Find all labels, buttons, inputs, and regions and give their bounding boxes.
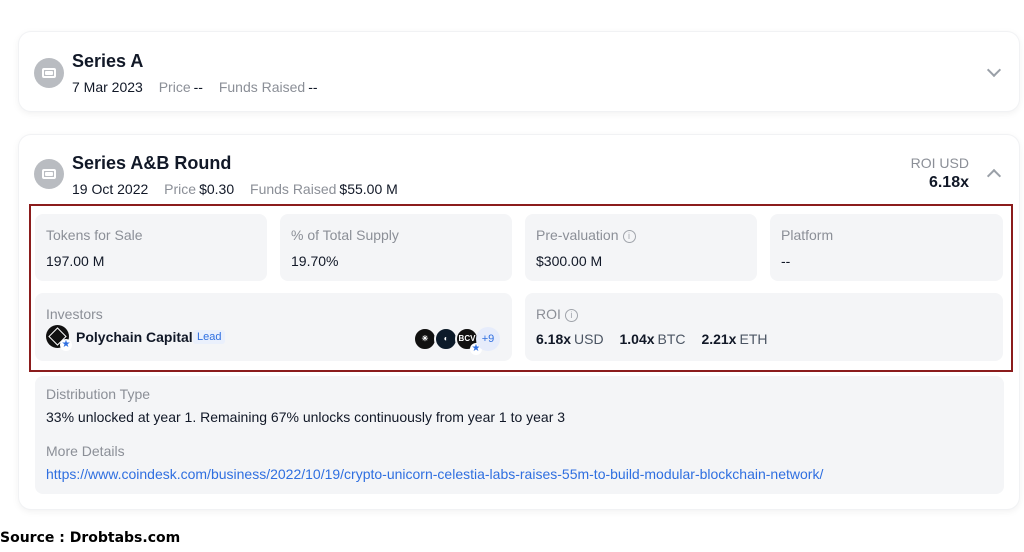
price-value: $0.30 [199, 181, 235, 197]
round-date: 7 Mar 2023 [72, 79, 143, 95]
funds-value: $55.00 M [339, 181, 398, 197]
distribution-panel: Distribution Type 33% unlocked at year 1… [35, 376, 1004, 494]
more-details-link[interactable]: https://www.coindesk.com/business/2022/1… [46, 466, 823, 482]
funds-label: Funds Raised [250, 181, 337, 197]
source-caption: Source : Drobtabs.com [0, 530, 181, 546]
round-icon [34, 58, 64, 88]
round-icon [34, 159, 64, 189]
roi-usd-label: ROI USD [910, 155, 969, 171]
round-card-series-a[interactable]: Series A 7 Mar 2023 Price -- Funds Raised… [19, 32, 1019, 111]
round-date: 19 Oct 2022 [72, 181, 149, 197]
price-value: -- [193, 79, 203, 95]
highlight-box [29, 204, 1013, 372]
round-meta: 19 Oct 2022 Price $0.30 Funds Raised $55.0… [72, 181, 398, 197]
distribution-type-value: 33% unlocked at year 1. Remaining 67% un… [46, 409, 566, 425]
price-label: Price [164, 181, 197, 197]
roi-summary: ROI USD 6.18x [911, 155, 969, 192]
funds-value: -- [308, 79, 318, 95]
round-title: Series A [72, 51, 144, 71]
round-meta: 7 Mar 2023 Price -- Funds Raised -- [72, 79, 318, 95]
roi-usd-value: 6.18x [928, 174, 969, 191]
distribution-type-label: Distribution Type [46, 386, 151, 402]
round-title: Series A&B Round [72, 153, 232, 173]
more-details-label: More Details [46, 443, 125, 459]
price-label: Price [158, 79, 191, 95]
chevron-down-icon[interactable] [986, 62, 1002, 78]
chevron-up-icon[interactable] [986, 168, 1002, 184]
funds-label: Funds Raised [218, 79, 306, 95]
